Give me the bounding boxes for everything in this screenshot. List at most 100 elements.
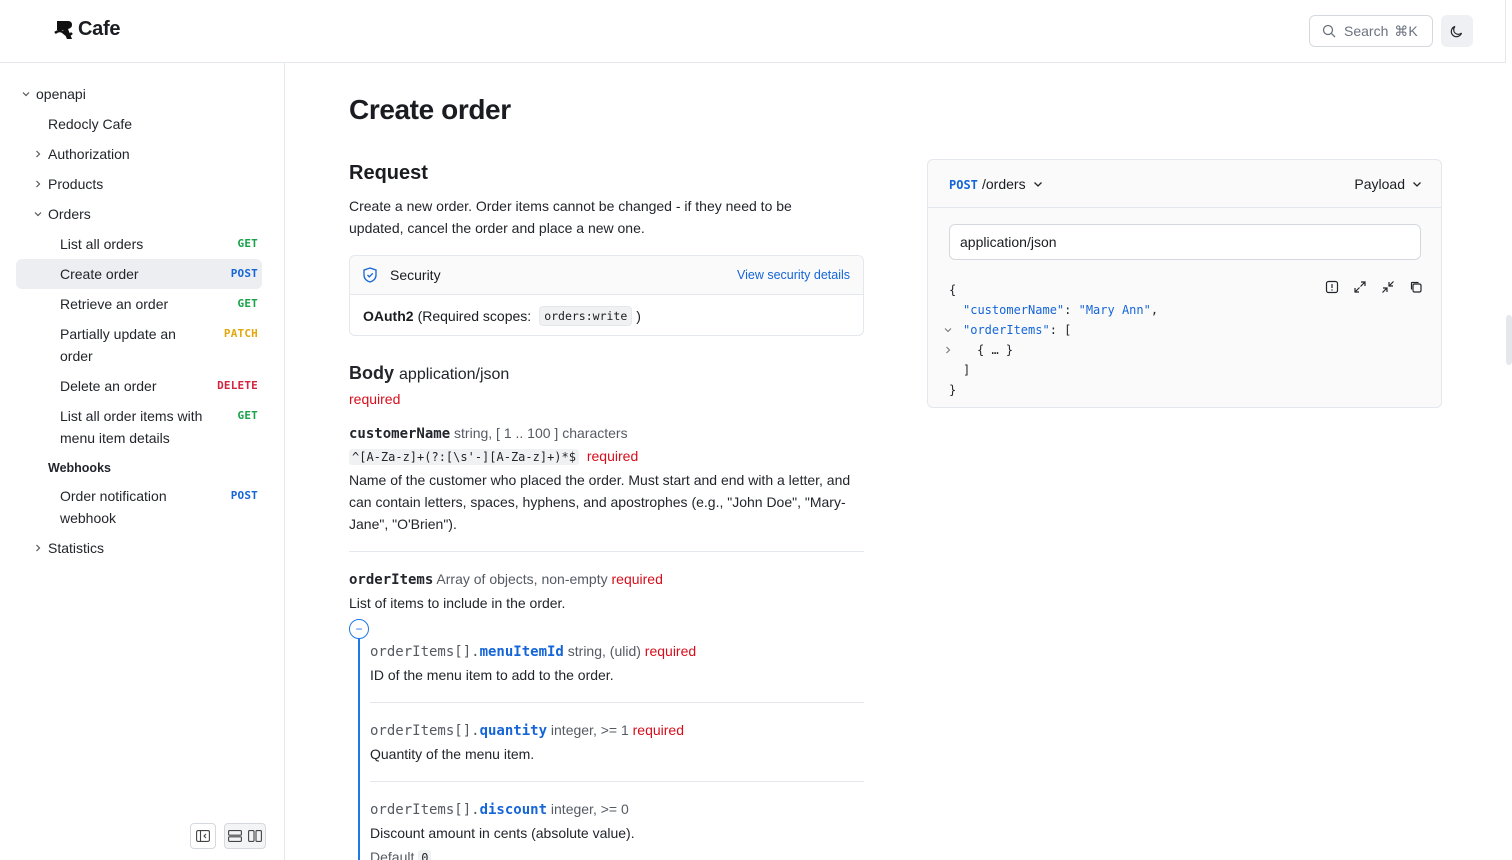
expand-icon[interactable] [1353, 280, 1367, 294]
field-description: Name of the customer who placed the orde… [349, 472, 851, 532]
logo-text: Cafe [78, 18, 121, 40]
code-toolbar [1325, 280, 1423, 294]
stacked-layout-icon[interactable] [225, 824, 245, 848]
body-required: required [349, 391, 401, 407]
field-required: required [644, 643, 697, 659]
field-default: Default 0 [370, 846, 432, 860]
method-badge: GET [237, 409, 258, 422]
nested-field-discount: orderItems[].discount integer, >= 0 [370, 801, 629, 818]
field-description: List of items to include in the order. [349, 595, 566, 611]
field-pattern-row: ^[A-Za-z]+(?:[\s'-][A-Za-z]+)*$ required [349, 445, 638, 468]
info-icon[interactable] [1325, 280, 1339, 294]
shield-icon [363, 267, 377, 283]
chevron-right-icon[interactable] [33, 179, 43, 189]
nested-field-quantity: orderItems[].quantity integer, >= 1 requ… [370, 722, 685, 739]
code-key: "orderItems" [963, 323, 1050, 337]
security-title: Security [390, 267, 441, 283]
method-badge: POST [230, 489, 258, 502]
field-required: required [586, 448, 639, 464]
sidebar-item-update-order[interactable]: Partially update an order PATCH [16, 319, 262, 371]
field-required: required [632, 722, 685, 738]
chevron-right-icon[interactable] [33, 543, 43, 553]
divider [349, 551, 864, 552]
body-content-type: application/json [399, 366, 510, 383]
sidebar-item-order-notification-webhook[interactable]: Order notification webhook POST [16, 481, 262, 533]
collapse-sidebar-icon [196, 830, 210, 842]
sidebar-item-orders[interactable]: Orders [48, 203, 91, 225]
code-sample: { "customerName": "Mary Ann", "orderItem… [944, 280, 1158, 400]
sidebar-item-authorization[interactable]: Authorization [48, 143, 130, 165]
moon-icon [1450, 25, 1463, 38]
method-badge: GET [237, 297, 258, 310]
top-bar: Cafe Search ⌘K [0, 0, 1506, 63]
security-scheme: OAuth2 [363, 308, 414, 324]
nested-field-menu-item-id: orderItems[].menuItemId string, (ulid) r… [370, 643, 697, 660]
page-title: Create order [349, 94, 511, 125]
chevron-right-icon[interactable] [33, 149, 43, 159]
method-badge: GET [237, 237, 258, 250]
sidebar-group-webhooks: Webhooks [48, 461, 111, 475]
method-badge: POST [230, 267, 258, 280]
divider [370, 702, 864, 703]
sidebar-controls [190, 823, 266, 849]
search-label: Search [1344, 23, 1389, 39]
field-type: integer, >= 1 [550, 722, 629, 738]
sidebar-item-openapi[interactable]: openapi [36, 83, 86, 105]
content-type-select[interactable]: application/json [949, 224, 1421, 260]
view-security-details-link[interactable]: View security details [737, 268, 850, 282]
field-order-items: orderItems Array of objects, non-empty r… [349, 571, 663, 588]
chevron-down-icon [1033, 182, 1042, 187]
sidebar-item-redocly-cafe[interactable]: Redocly Cafe [48, 113, 132, 135]
security-scopes-close: ) [636, 308, 641, 324]
three-panel-layout-icon[interactable] [245, 824, 265, 848]
request-description: Create a new order. Order items cannot b… [349, 198, 792, 236]
field-required: required [611, 571, 663, 587]
field-description: Discount amount in cents (absolute value… [370, 825, 635, 841]
code-value: "Mary Ann" [1078, 303, 1151, 317]
sidebar-item-list-all-orders[interactable]: List all orders GET [16, 229, 262, 259]
nested-indicator-line [358, 638, 360, 860]
chevron-right-icon[interactable] [943, 345, 953, 355]
collapse-icon[interactable] [1381, 280, 1395, 294]
request-heading: Request [349, 162, 428, 184]
field-type: string, [ 1 .. 100 ] characters [454, 425, 628, 441]
chevron-down-icon[interactable] [21, 89, 31, 99]
theme-toggle-button[interactable] [1441, 15, 1473, 47]
divider [370, 781, 864, 782]
collapse-nested-button[interactable]: − [349, 619, 369, 639]
sidebar-item-retrieve-order[interactable]: Retrieve an order GET [16, 289, 262, 319]
sidebar-item-delete-order[interactable]: Delete an order DELETE [16, 371, 262, 401]
field-description: ID of the menu item to add to the order. [370, 667, 614, 683]
panel-header: POST /orders Payload [928, 160, 1441, 208]
security-scopes-label: (Required scopes: [417, 308, 532, 324]
logo[interactable]: Cafe [54, 18, 120, 41]
minus-icon: − [355, 622, 363, 636]
sidebar-item-list-order-items[interactable]: List all order items with menu item deta… [16, 401, 262, 453]
field-type: Array of objects, non-empty [436, 571, 608, 587]
field-type: integer, >= 0 [550, 801, 629, 817]
panel-method: POST [949, 178, 978, 192]
sidebar-item-create-order[interactable]: Create order POST [16, 259, 262, 289]
sidebar: openapi Redocly Cafe Authorization Produ… [0, 63, 285, 860]
search-icon [1322, 24, 1336, 38]
security-card: Security View security details OAuth2 (R… [349, 255, 864, 336]
copy-icon[interactable] [1409, 280, 1423, 294]
sidebar-item-statistics[interactable]: Statistics [48, 537, 104, 559]
layout-toggle [224, 823, 266, 849]
field-pattern: ^[A-Za-z]+(?:[\s'-][A-Za-z]+)*$ [349, 449, 579, 465]
collapse-sidebar-button[interactable] [190, 823, 216, 849]
endpoint-selector[interactable]: /orders [982, 176, 1044, 192]
scrollbar[interactable] [1506, 315, 1512, 365]
method-badge: PATCH [223, 327, 258, 340]
sidebar-item-products[interactable]: Products [48, 173, 103, 195]
payload-dropdown[interactable]: Payload [1354, 176, 1423, 192]
collapsed-object[interactable]: { … } [977, 343, 1013, 357]
search-shortcut: ⌘K [1394, 22, 1418, 39]
body-heading: Body application/json [349, 363, 510, 383]
field-description: Quantity of the menu item. [370, 746, 535, 762]
chevron-down-icon[interactable] [33, 209, 43, 219]
scope-chip: orders:write [539, 306, 633, 326]
code-key: "customerName" [963, 303, 1065, 317]
search-button[interactable]: Search ⌘K [1309, 15, 1433, 47]
chevron-down-icon[interactable] [943, 325, 953, 335]
